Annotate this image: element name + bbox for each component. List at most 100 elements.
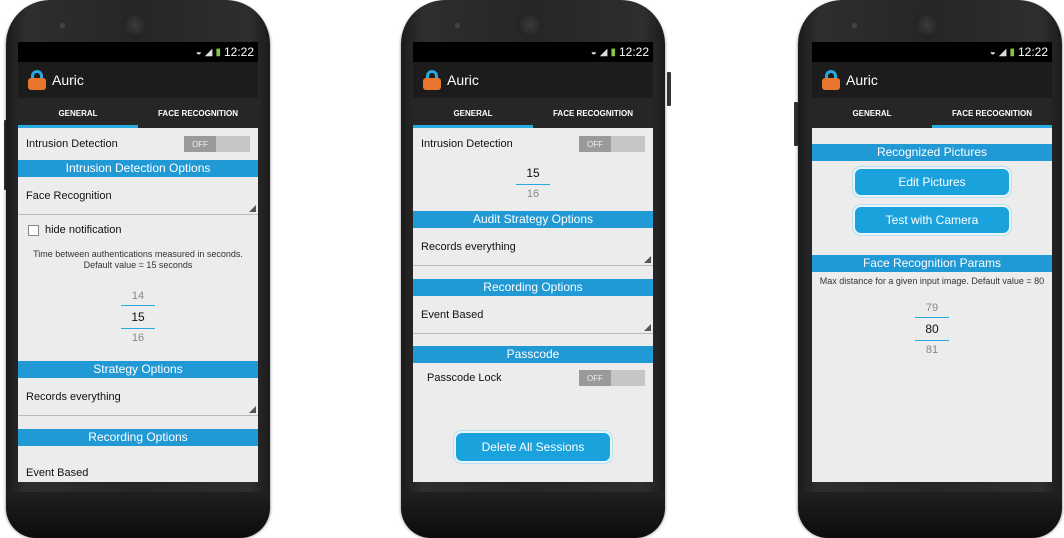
picker-current: 15	[131, 310, 145, 324]
picker-prev[interactable]: 79	[926, 299, 938, 317]
section-header: Recording Options	[18, 429, 258, 446]
status-bar: ◒ ◢ ▮ 12:22	[413, 42, 653, 62]
number-picker[interactable]: 15 16	[413, 162, 653, 203]
screen: ◒ ◢ ▮ 12:22 Auric GENERAL FACE RECOGNITI…	[18, 42, 258, 482]
battery-icon: ▮	[215, 46, 221, 58]
intrusion-detection-row: Intrusion Detection OFF	[18, 128, 258, 160]
power-button	[667, 72, 671, 106]
earpiece	[122, 12, 148, 38]
section-header: Recording Options	[413, 279, 653, 296]
screen: ◒ ◢ ▮ 12:22 Auric GENERAL FACE RECOGNITI…	[413, 42, 653, 482]
picker-next[interactable]: 16	[132, 329, 144, 347]
signal-icon: ◢	[599, 46, 608, 58]
picker-next[interactable]: 16	[527, 185, 539, 203]
wifi-icon: ◒	[989, 46, 996, 58]
intrusion-detection-row: Intrusion Detection OFF	[413, 128, 653, 160]
section-header: Audit Strategy Options	[413, 211, 653, 228]
action-bar: Auric	[413, 62, 653, 98]
tab-face-recognition[interactable]: FACE RECOGNITION	[533, 98, 653, 128]
earpiece	[914, 12, 940, 38]
sensor	[455, 23, 460, 28]
passcode-lock-toggle[interactable]: OFF	[579, 370, 645, 386]
tab-general[interactable]: GENERAL	[18, 98, 138, 128]
hide-notification-row[interactable]: hide notification	[18, 215, 258, 245]
checkbox-label: hide notification	[45, 224, 122, 236]
spinner-arrow-icon	[644, 324, 651, 331]
status-bar: ◒ ◢ ▮ 12:22	[812, 42, 1052, 62]
battery-icon: ▮	[610, 46, 616, 58]
recording-spinner[interactable]: Event Based	[18, 446, 258, 482]
picker-current: 80	[925, 322, 939, 336]
screenshot-stage: ◒ ◢ ▮ 12:22 Auric GENERAL FACE RECOGNITI…	[0, 0, 1064, 538]
intrusion-detection-toggle[interactable]: OFF	[184, 136, 250, 152]
wifi-icon: ◒	[590, 46, 597, 58]
earpiece	[517, 12, 543, 38]
number-picker[interactable]: 79 80 81	[812, 299, 1052, 359]
test-with-camera-button[interactable]: Test with Camera	[853, 205, 1011, 235]
status-time: 12:22	[618, 45, 649, 59]
lock-logo-icon	[28, 70, 46, 90]
spinner-value: Records everything	[26, 390, 121, 403]
signal-icon: ◢	[998, 46, 1007, 58]
app-title: Auric	[447, 72, 479, 88]
spinner-arrow-icon	[644, 256, 651, 263]
hint-text: Max distance for a given input image. De…	[819, 276, 1045, 286]
spinner-value: Event Based	[26, 467, 89, 479]
section-header: Intrusion Detection Options	[18, 160, 258, 177]
tab-face-recognition[interactable]: FACE RECOGNITION	[138, 98, 258, 128]
spinner-arrow-icon	[249, 406, 256, 413]
spinner-arrow-icon	[249, 205, 256, 212]
picker-current: 15	[526, 166, 540, 180]
tab-bar: GENERAL FACE RECOGNITION	[812, 98, 1052, 128]
phone-face-recognition-tab: ◒ ◢ ▮ 12:22 Auric GENERAL FACE RECOGNITI…	[794, 0, 1062, 538]
spinner-value: Records everything	[421, 240, 516, 253]
signal-icon: ◢	[204, 46, 213, 58]
intrusion-detection-toggle[interactable]: OFF	[579, 136, 645, 152]
toggle-off-label: OFF	[184, 136, 216, 152]
lock-logo-icon	[423, 70, 441, 90]
phone-bottom	[798, 492, 1062, 538]
tab-bar: GENERAL FACE RECOGNITION	[413, 98, 653, 128]
app-title: Auric	[846, 72, 878, 88]
phone-general-tab: ◒ ◢ ▮ 12:22 Auric GENERAL FACE RECOGNITI…	[4, 0, 270, 538]
status-bar: ◒ ◢ ▮ 12:22	[18, 42, 258, 62]
app-title: Auric	[52, 72, 84, 88]
toggle-off-label: OFF	[579, 370, 611, 386]
action-bar: Auric	[18, 62, 258, 98]
recording-spinner[interactable]: Event Based	[413, 296, 653, 334]
spinner-value: Face Recognition	[26, 189, 112, 202]
section-header: Recognized Pictures	[812, 144, 1052, 161]
hint-text: Time between authentications measured in…	[33, 249, 243, 270]
phone-general-tab-scrolled: ◒ ◢ ▮ 12:22 Auric GENERAL FACE RECOGNITI…	[401, 0, 671, 538]
screen: ◒ ◢ ▮ 12:22 Auric GENERAL FACE RECOGNITI…	[812, 42, 1052, 482]
method-spinner[interactable]: Face Recognition	[18, 177, 258, 215]
action-bar: Auric	[812, 62, 1052, 98]
passcode-lock-label: Passcode Lock	[427, 372, 502, 384]
tab-general[interactable]: GENERAL	[812, 98, 932, 128]
wifi-icon: ◒	[195, 46, 202, 58]
status-time: 12:22	[223, 45, 254, 59]
section-header: Strategy Options	[18, 361, 258, 378]
audit-spinner[interactable]: Records everything	[413, 228, 653, 266]
passcode-lock-row: Passcode Lock OFF	[413, 363, 653, 393]
delete-all-sessions-button[interactable]: Delete All Sessions	[454, 431, 612, 463]
strategy-spinner[interactable]: Records everything	[18, 378, 258, 416]
phone-bottom	[6, 492, 270, 538]
hide-notification-checkbox[interactable]	[28, 224, 39, 236]
sensor	[60, 23, 65, 28]
edit-pictures-button[interactable]: Edit Pictures	[853, 167, 1011, 197]
phone-bottom	[401, 492, 665, 538]
lock-logo-icon	[822, 70, 840, 90]
toggle-off-label: OFF	[579, 136, 611, 152]
number-picker[interactable]: 14 15 16	[18, 287, 258, 347]
tab-bar: GENERAL FACE RECOGNITION	[18, 98, 258, 128]
section-header: Passcode	[413, 346, 653, 363]
tab-face-recognition[interactable]: FACE RECOGNITION	[932, 98, 1052, 128]
intrusion-detection-label: Intrusion Detection	[421, 138, 513, 150]
section-header: Face Recognition Params	[812, 255, 1052, 272]
picker-next[interactable]: 81	[926, 341, 938, 359]
status-time: 12:22	[1017, 45, 1048, 59]
picker-prev[interactable]: 14	[132, 287, 144, 305]
tab-general[interactable]: GENERAL	[413, 98, 533, 128]
spinner-value: Event Based	[421, 308, 484, 321]
